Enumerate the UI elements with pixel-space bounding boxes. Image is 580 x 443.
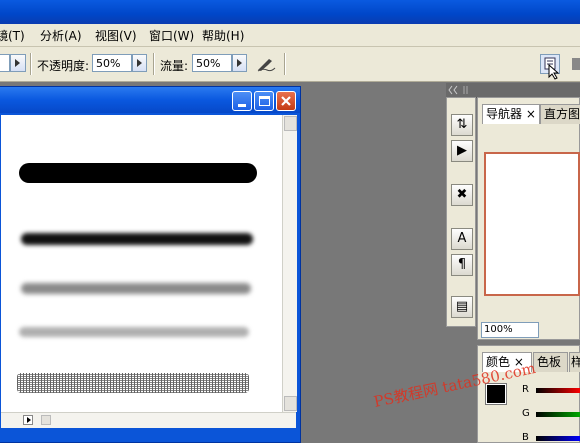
zoom-input[interactable]: 100%	[481, 322, 539, 338]
menu-filter[interactable]: 镜(T)	[0, 27, 25, 44]
opacity-label: 不透明度:	[37, 59, 90, 73]
app-title-bar	[0, 0, 580, 24]
flow-slider-button[interactable]	[232, 54, 247, 72]
document-title-bar[interactable]	[0, 87, 300, 113]
dock-header-strip[interactable]	[446, 83, 580, 98]
paragraph-panel-icon[interactable]: ¶	[451, 254, 473, 276]
menu-analysis[interactable]: 分析(A)	[40, 27, 82, 44]
menu-help[interactable]: 帮助(H)	[202, 27, 244, 44]
tab-navigator[interactable]: 导航器 ×	[482, 104, 540, 124]
history-icon[interactable]: ⇅	[451, 114, 473, 136]
actions-play-icon[interactable]: ▶	[451, 140, 473, 162]
tool-presets-icon[interactable]: ✖	[451, 184, 473, 206]
channel-g-label: G	[522, 408, 530, 419]
layer-comps-icon[interactable]: ▤	[451, 296, 473, 318]
brush-stroke-light	[19, 327, 249, 337]
vertical-scrollbar[interactable]	[282, 115, 297, 412]
minimize-button[interactable]	[232, 91, 252, 111]
panel-icon-column: ⇅ ▶ ✖ A ¶ ▤	[446, 97, 476, 327]
close-button[interactable]	[276, 91, 296, 111]
opacity-input[interactable]: 50%	[92, 54, 132, 72]
channel-b-label: B	[522, 432, 529, 443]
scroll-down-arrow-icon[interactable]	[284, 396, 297, 411]
options-bar: 不透明度: 50% 流量: 50%	[0, 47, 580, 82]
opacity-slider-button[interactable]	[132, 54, 147, 72]
tab-navigator-label: 导航器	[486, 107, 523, 121]
channel-r-label: R	[522, 384, 529, 395]
slider-g[interactable]	[536, 412, 580, 417]
options-separator	[153, 53, 155, 75]
maximize-button[interactable]	[254, 91, 274, 111]
horizontal-scrollbar[interactable]	[1, 412, 296, 428]
navigator-panel: 导航器 × 直方图 100%	[477, 97, 580, 340]
workspace-button-icon[interactable]	[572, 58, 580, 70]
mode-dropdown-arrow[interactable]	[10, 54, 26, 72]
mode-dropdown[interactable]	[0, 54, 10, 72]
close-icon	[281, 96, 291, 106]
slider-r[interactable]	[536, 388, 580, 393]
tab-close-icon[interactable]: ×	[526, 107, 536, 121]
tab-histogram[interactable]: 直方图	[540, 104, 580, 124]
flow-input[interactable]: 50%	[192, 54, 232, 72]
collapse-dock-icon[interactable]	[446, 83, 476, 97]
options-separator	[284, 53, 286, 75]
slider-b[interactable]	[536, 436, 580, 441]
scroll-right-arrow-icon[interactable]	[23, 415, 33, 425]
menu-window[interactable]: 窗口(W)	[149, 27, 194, 44]
airbrush-icon[interactable]	[255, 54, 277, 74]
brush-stroke-hard	[19, 163, 257, 183]
scroll-up-arrow-icon[interactable]	[284, 116, 297, 131]
character-panel-icon[interactable]: A	[451, 228, 473, 250]
tab-swatches[interactable]: 色板	[533, 352, 568, 372]
brush-stroke-gray	[21, 283, 251, 294]
menu-bar: 镜(T) 分析(A) 视图(V) 窗口(W) 帮助(H)	[0, 24, 580, 47]
document-canvas[interactable]	[1, 115, 282, 412]
options-separator	[30, 53, 32, 75]
scroll-left-arrow-icon[interactable]	[41, 415, 51, 425]
navigator-thumbnail[interactable]	[484, 152, 580, 296]
tab-histogram-label: 直方图	[544, 107, 580, 121]
brush-stroke-dissolve	[17, 373, 249, 393]
tab-styles[interactable]: 样	[569, 352, 580, 372]
mouse-cursor-icon	[548, 63, 560, 80]
flow-label: 流量:	[160, 59, 189, 73]
document-window	[0, 86, 301, 443]
brush-stroke-soft	[21, 233, 253, 245]
menu-view[interactable]: 视图(V)	[95, 27, 137, 44]
